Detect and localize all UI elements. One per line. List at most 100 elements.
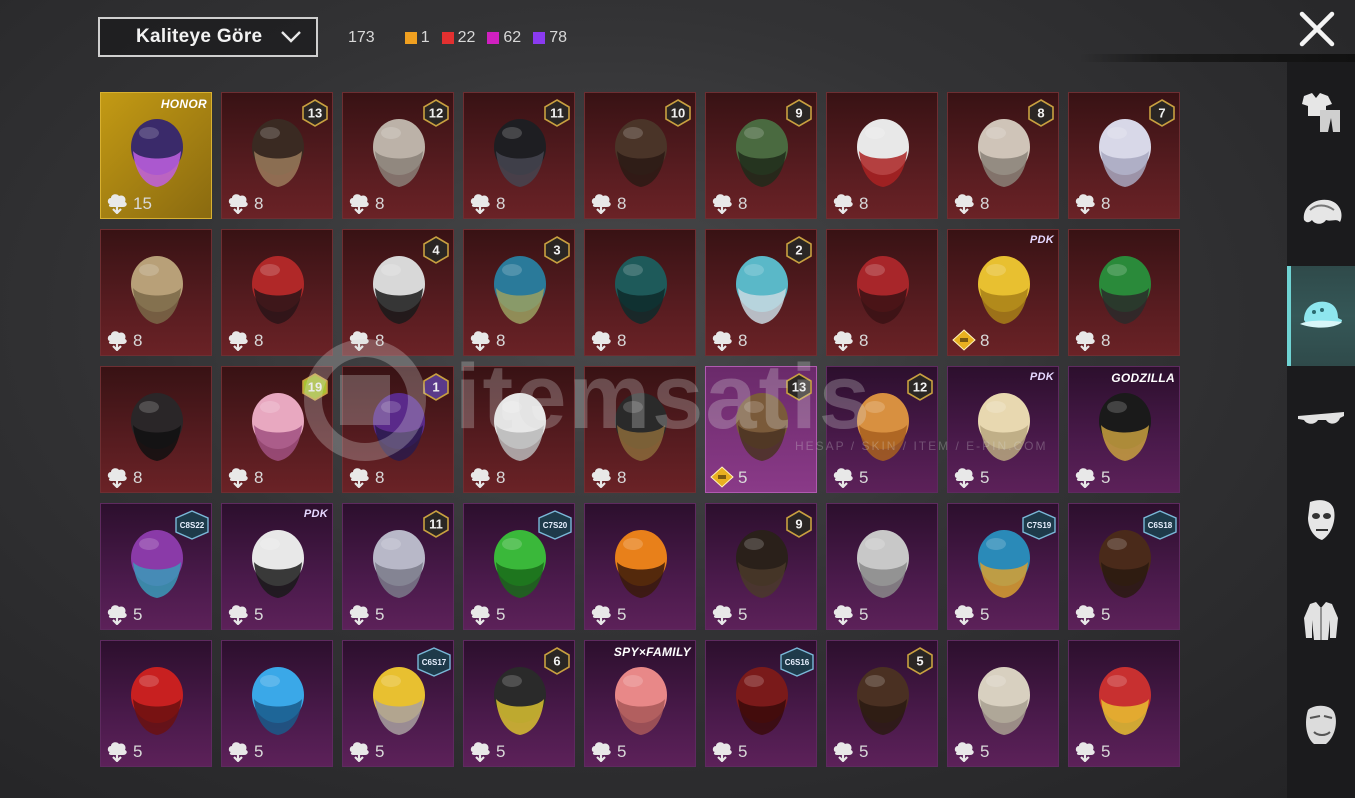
upgrade-material-icon: [349, 605, 369, 625]
item-card-ghost-hood[interactable]: 8: [463, 366, 575, 493]
item-card-hat-brim[interactable]: 13 8: [221, 92, 333, 219]
item-card-tricorn-hat[interactable]: 8: [584, 366, 696, 493]
level-number: 6: [553, 654, 560, 669]
sidebar-item-hair[interactable]: [1287, 164, 1355, 264]
item-card-hair-dark[interactable]: 95: [705, 503, 817, 630]
quality-count-pink: 62: [487, 29, 521, 47]
item-quantity: 8: [496, 468, 506, 487]
quality-count-value: 62: [503, 29, 522, 46]
upgrade-material-icon: [228, 742, 248, 762]
season-badge: C7S20: [538, 510, 572, 540]
item-card-hair-gold[interactable]: PDK 8: [947, 229, 1059, 356]
item-card-hair-crimson[interactable]: C6S16 5: [705, 640, 817, 767]
item-card-pink-mask[interactable]: 19 8: [221, 366, 333, 493]
header-divider: [1080, 54, 1355, 62]
upgrade-material-icon: [591, 194, 611, 214]
upgrade-material-icon: [954, 605, 974, 625]
level-number: 3: [553, 243, 560, 258]
season-label: C6S17: [422, 658, 447, 667]
item-card-avatar-figure[interactable]: HONOR 15: [100, 92, 212, 219]
level-badge: 11: [423, 510, 449, 538]
hair-red-icon: [131, 667, 183, 735]
upgrade-material-icon: [349, 331, 369, 351]
upgrade-material-icon: [107, 605, 127, 625]
item-card-feather-headdress[interactable]: C7S19 5: [947, 503, 1059, 630]
item-quantity: 5: [738, 742, 748, 761]
item-card-knight-helmet[interactable]: 8: [826, 229, 938, 356]
item-card-hair-flower[interactable]: 11 5: [342, 503, 454, 630]
item-card-purple-helmet[interactable]: 18: [342, 366, 454, 493]
sidebar-item-glasses[interactable]: [1287, 368, 1355, 468]
item-card-hair-braided[interactable]: 5: [947, 640, 1059, 767]
season-label: C7S19: [1027, 521, 1052, 530]
glasses-icon: [1298, 412, 1344, 424]
upgrade-material-icon: [228, 468, 248, 488]
item-card-hair-green[interactable]: C7S20 5: [463, 503, 575, 630]
brand-tag: HONOR: [160, 97, 207, 111]
item-card-helmet-red[interactable]: 8: [221, 229, 333, 356]
item-card-dragon-helmet[interactable]: 8: [584, 229, 696, 356]
level-number: 9: [795, 517, 802, 532]
item-quantity: 8: [1101, 331, 1111, 350]
item-card-hair-red[interactable]: 5: [100, 640, 212, 767]
item-card-cowboy-hat[interactable]: 8: [826, 92, 938, 219]
hair-grey-icon: [857, 530, 909, 598]
item-quantity: 15: [133, 194, 152, 213]
level-badge: 7: [1149, 99, 1175, 127]
level-badge: 5: [907, 647, 933, 675]
item-quantity: 8: [254, 331, 264, 350]
sort-dropdown[interactable]: Kaliteye Göre: [98, 17, 318, 57]
item-card-hair-curly[interactable]: 12 8: [342, 92, 454, 219]
level-badge: 2: [786, 236, 812, 264]
level-number: 13: [308, 106, 322, 121]
item-card-blue-cap[interactable]: 5: [221, 640, 333, 767]
upgrade-material-icon: [349, 194, 369, 214]
sidebar-item-mask[interactable]: [1287, 470, 1355, 570]
item-quantity: 5: [617, 605, 627, 624]
level-number: 12: [913, 380, 927, 395]
item-card-hair-white[interactable]: 78: [1068, 92, 1180, 219]
item-card-panda-head[interactable]: PDK 5: [221, 503, 333, 630]
sidebar-item-top[interactable]: [1287, 572, 1355, 672]
item-card-spiked-cap[interactable]: GODZILLA 5: [1068, 366, 1180, 493]
item-card-joker-head[interactable]: 38: [463, 229, 575, 356]
item-card-hair-blonde[interactable]: 8: [100, 229, 212, 356]
upgrade-material-icon: [833, 742, 853, 762]
brand-tag: PDK: [303, 508, 328, 520]
sidebar-item-face[interactable]: [1287, 674, 1355, 774]
item-card-hair-grey[interactable]: 5: [826, 503, 938, 630]
item-card-helmet-black[interactable]: 11 8: [463, 92, 575, 219]
avatar-figure-icon: [131, 119, 183, 187]
sort-dropdown-label: Kaliteye Göre: [136, 26, 263, 47]
item-card-hair-pink[interactable]: SPY×FAMILY 5: [584, 640, 696, 767]
upgrade-material-icon: [712, 605, 732, 625]
sidebar-item-outfit[interactable]: [1287, 62, 1355, 162]
item-card-pumpkin-head[interactable]: 5: [584, 503, 696, 630]
level-number: 7: [1158, 106, 1165, 121]
item-card-hair-pigtails[interactable]: 12 5: [826, 366, 938, 493]
close-icon[interactable]: [1298, 10, 1336, 48]
item-card-samurai-helmet[interactable]: 65: [463, 640, 575, 767]
item-card-zombie-head[interactable]: 98: [705, 92, 817, 219]
item-card-hair-bows[interactable]: 55: [826, 640, 938, 767]
item-card-demon-mask[interactable]: 5: [1068, 640, 1180, 767]
item-card-visor-cap[interactable]: C6S17 5: [342, 640, 454, 767]
item-card-hair-rainbow[interactable]: C8S22 5: [100, 503, 212, 630]
hat-icon: [1300, 301, 1342, 328]
item-card-hair-bob[interactable]: PDK 5: [947, 366, 1059, 493]
item-card-bucket-hat[interactable]: 28: [705, 229, 817, 356]
sidebar-item-hat[interactable]: [1287, 266, 1355, 366]
mask-icon: [1308, 500, 1335, 540]
upgrade-material-icon: [591, 605, 611, 625]
blue-cap-icon: [252, 667, 304, 735]
item-card-hair-long[interactable]: 10 8: [584, 92, 696, 219]
item-card-aviator-cap[interactable]: 13 5: [705, 366, 817, 493]
item-card-hair-winged[interactable]: 88: [947, 92, 1059, 219]
hair-braided-icon: [978, 667, 1030, 735]
item-card-snowman-hat[interactable]: 48: [342, 229, 454, 356]
item-card-bunny-helmet[interactable]: 8: [100, 366, 212, 493]
item-card-hair-brown[interactable]: C6S18 5: [1068, 503, 1180, 630]
item-quantity: 5: [980, 742, 990, 761]
item-card-green-helmet[interactable]: 8: [1068, 229, 1180, 356]
item-quantity: 8: [254, 194, 264, 213]
